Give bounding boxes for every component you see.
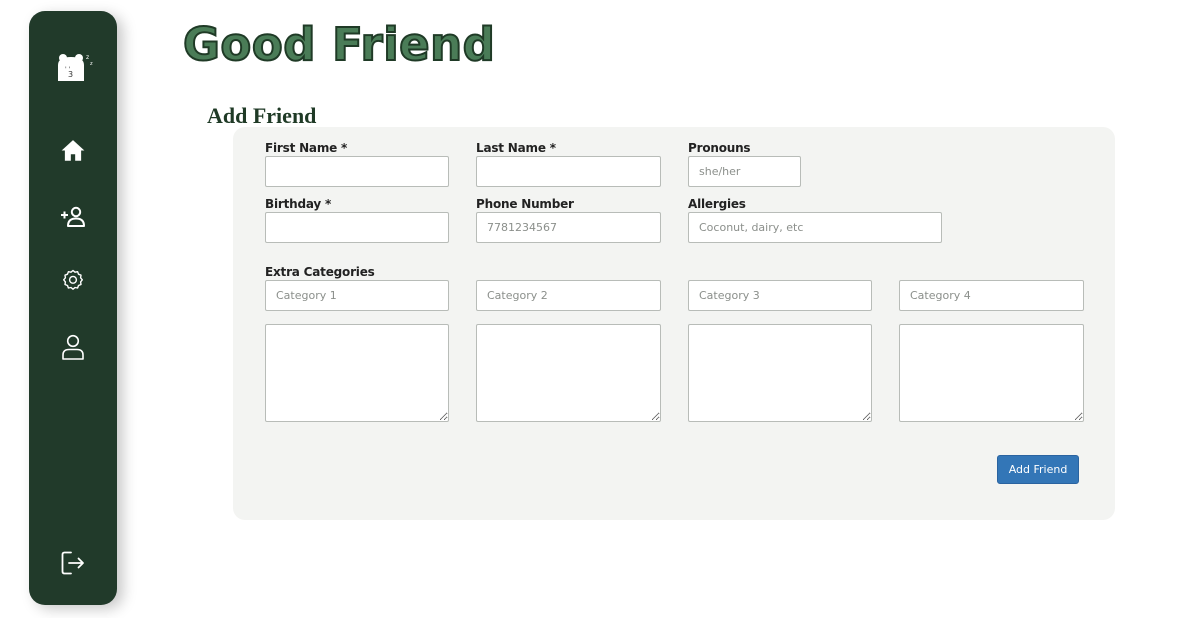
svg-text:3: 3 bbox=[68, 70, 73, 79]
bear-logo-icon: ' ' 3 z z bbox=[29, 47, 117, 87]
phone-number-label: Phone Number bbox=[476, 197, 574, 211]
last-name-input[interactable] bbox=[476, 156, 661, 187]
first-name-input[interactable] bbox=[265, 156, 449, 187]
add-friend-button[interactable]: Add Friend bbox=[997, 455, 1079, 484]
pronouns-input[interactable] bbox=[688, 156, 801, 187]
app-title: Good Friend bbox=[182, 17, 496, 72]
page-heading: Add Friend bbox=[207, 103, 317, 128]
birthday-input[interactable] bbox=[265, 212, 449, 243]
sidebar: ' ' 3 z z bbox=[29, 11, 117, 605]
first-name-label: First Name * bbox=[265, 141, 348, 155]
allergies-input[interactable] bbox=[688, 212, 942, 243]
category-1-textarea[interactable] bbox=[265, 324, 449, 422]
last-name-label: Last Name * bbox=[476, 141, 556, 155]
birthday-label: Birthday * bbox=[265, 197, 332, 211]
phone-number-input[interactable] bbox=[476, 212, 661, 243]
category-2-input[interactable] bbox=[476, 280, 661, 311]
category-1-input[interactable] bbox=[265, 280, 449, 311]
svg-text:z: z bbox=[86, 54, 89, 61]
extra-categories-label: Extra Categories bbox=[265, 265, 375, 279]
svg-text:z: z bbox=[90, 61, 93, 67]
user-icon[interactable] bbox=[29, 333, 117, 361]
category-4-input[interactable] bbox=[899, 280, 1084, 311]
add-person-icon[interactable] bbox=[29, 203, 117, 231]
home-icon[interactable] bbox=[29, 137, 117, 165]
category-3-input[interactable] bbox=[688, 280, 872, 311]
category-3-textarea[interactable] bbox=[688, 324, 872, 422]
category-2-textarea[interactable] bbox=[476, 324, 661, 422]
gear-icon[interactable] bbox=[29, 267, 117, 293]
category-4-textarea[interactable] bbox=[899, 324, 1084, 422]
allergies-label: Allergies bbox=[688, 197, 746, 211]
logout-icon[interactable] bbox=[29, 549, 117, 577]
pronouns-label: Pronouns bbox=[688, 141, 751, 155]
